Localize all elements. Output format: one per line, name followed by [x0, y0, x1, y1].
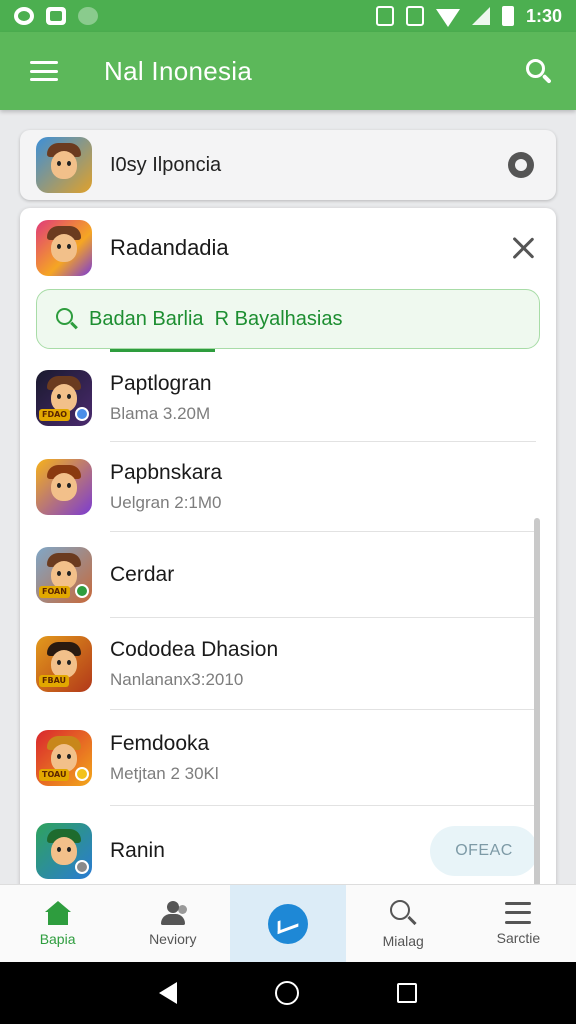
item-name: Femdooka [110, 732, 210, 755]
search-icon[interactable] [524, 57, 552, 85]
wifi-icon [435, 9, 460, 27]
item-name: Cododea Dhasion [110, 638, 279, 661]
app-notification-icon [78, 7, 98, 25]
nav-label: Sarctie [496, 929, 541, 946]
nav-item-people[interactable]: Neviory [115, 885, 230, 962]
close-icon[interactable] [510, 235, 536, 261]
item-name: Ranin [110, 839, 165, 862]
search-input[interactable] [89, 307, 509, 331]
item-name: Cerdar [110, 563, 175, 586]
scrollbar[interactable] [534, 518, 540, 898]
list-item[interactable]: TOAU Femdooka Metjtan 2 30Kl [20, 710, 556, 806]
panel-header: Radandadia [20, 208, 556, 288]
system-navigation-bar [0, 962, 576, 1024]
app-icon: FOAN [36, 547, 92, 603]
home-circle-icon[interactable] [275, 981, 299, 1005]
notification-icon [14, 7, 34, 25]
menu-icon[interactable] [30, 61, 58, 81]
item-name: Papbnskara [110, 461, 223, 484]
nfc-icon [375, 6, 394, 26]
app-icon [36, 823, 92, 879]
item-subtitle: Metjtan 2 30Kl [110, 764, 219, 783]
app-icon: FBAU [36, 636, 92, 692]
home-icon [44, 900, 71, 925]
list-item[interactable]: FBAU Cododea Dhasion Nanlananx3:2010 [20, 618, 556, 710]
nav-item-center[interactable] [230, 885, 346, 962]
app-bar: Nal Inonesia [0, 32, 576, 110]
people-icon [158, 900, 188, 925]
app-title: Nal Inonesia [104, 55, 253, 86]
status-bar: 1:30 [0, 0, 576, 32]
app-list: FDAO Paptlogran Blama 3.20M Papbnskara U… [20, 354, 556, 896]
top-card-label: I0sy Ilponcia [110, 153, 222, 176]
item-subtitle: Nanlananx3:2010 [110, 670, 244, 689]
bottom-navigation: Bapia Neviory Mialag Sarctie [0, 884, 576, 962]
search-field[interactable] [36, 289, 540, 349]
open-button[interactable]: OFEAC [430, 826, 538, 876]
battery-icon [501, 6, 514, 26]
nav-label: Neviory [149, 930, 197, 947]
nav-item-home[interactable]: Bapia [0, 885, 115, 962]
app-icon: FDAO [36, 370, 92, 426]
nav-label: Mialag [382, 932, 424, 949]
app-icon [36, 459, 92, 515]
search-icon [55, 307, 79, 331]
list-item[interactable]: FDAO Paptlogran Blama 3.20M [20, 354, 556, 442]
signal-icon [471, 7, 490, 25]
vibrate-icon [405, 6, 424, 26]
search-icon [389, 899, 417, 927]
tab-indicator [110, 349, 215, 352]
nav-item-search[interactable]: Mialag [346, 885, 461, 962]
item-subtitle: Blama 3.20M [110, 404, 211, 423]
gallery-notification-icon [46, 7, 66, 25]
chat-bubble-icon[interactable] [508, 152, 534, 178]
app-icon [36, 220, 92, 276]
list-item[interactable]: Papbnskara Uelgran 2:1M0 [20, 442, 556, 532]
nav-item-more[interactable]: Sarctie [461, 885, 576, 962]
back-icon[interactable] [159, 982, 177, 1004]
item-name: Paptlogran [110, 372, 212, 395]
item-subtitle: Uelgran 2:1M0 [110, 493, 222, 512]
top-suggestion-card[interactable]: I0sy Ilponcia [20, 130, 556, 200]
list-item[interactable]: Ranin OFEAC [20, 806, 556, 896]
center-app-icon [268, 903, 308, 944]
recents-icon[interactable] [397, 983, 417, 1003]
list-item[interactable]: FOAN Cerdar [20, 532, 556, 618]
status-time: 1:30 [525, 5, 562, 26]
app-icon [36, 137, 92, 193]
app-picker-panel: Radandadia FDAO Paptlogran Blama 3.20M P… [20, 208, 556, 898]
panel-title: Radandadia [110, 235, 229, 260]
app-icon: TOAU [36, 730, 92, 786]
nav-label: Bapia [39, 930, 76, 947]
menu-lines-icon [505, 901, 532, 924]
